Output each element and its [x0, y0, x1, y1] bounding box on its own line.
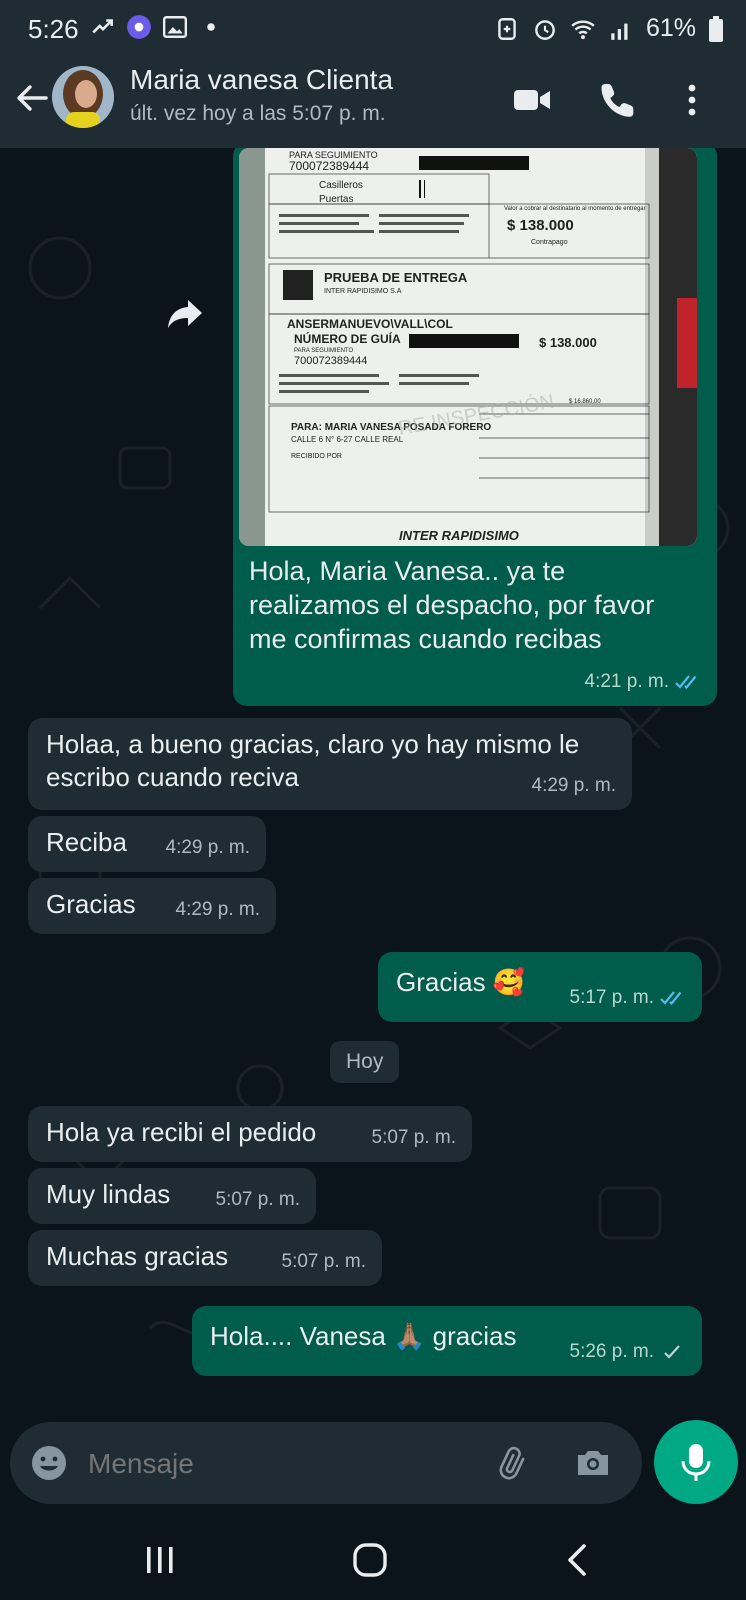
message-incoming[interactable]: Muchas gracias 5:07 p. m.	[28, 1230, 382, 1286]
receipt-puertas: Puertas	[319, 194, 353, 205]
message-incoming[interactable]: Gracias 4:29 p. m.	[28, 878, 276, 934]
receipt-title: PRUEBA DE ENTREGA	[324, 270, 468, 285]
contact-avatar[interactable]	[52, 66, 114, 128]
gallery-icon	[162, 16, 188, 38]
message-time: 5:07 p. m.	[371, 1127, 457, 1148]
message-time: 5:07 p. m.	[215, 1189, 301, 1210]
message-meta: 4:29 p. m.	[166, 831, 251, 864]
message-text: Hola.... Vanesa 🙏🏽 gracias	[210, 1321, 517, 1351]
chat-header: Maria vanesa Clienta últ. vez hoy a las …	[0, 58, 746, 148]
app-notification-icon	[127, 15, 151, 39]
message-incoming[interactable]: Holaa, a bueno gracias, claro yo hay mis…	[28, 718, 632, 810]
message-time: 5:26 p. m.	[569, 1341, 655, 1362]
date-chip: Hoy	[330, 1041, 400, 1083]
message-text: Gracias 🥰	[396, 967, 526, 997]
recent-apps-icon[interactable]	[144, 1544, 176, 1576]
read-double-check-icon	[660, 990, 682, 1005]
signal-icon	[611, 23, 628, 40]
message-time: 4:21 p. m.	[584, 671, 670, 692]
receipt-casilleros: Casilleros	[319, 180, 363, 191]
receipt-photo[interactable]: PARA SEGUIMIENTO 700072389444 Casilleros…	[239, 148, 697, 546]
receipt-address: CALLE 6 N° 6-27 CALLE REAL	[291, 435, 404, 444]
back-arrow-icon[interactable]	[12, 78, 52, 118]
message-text: Hola, Maria Vanesa.. ya te realizamos el…	[249, 556, 655, 654]
video-call-icon[interactable]	[512, 80, 552, 120]
message-time: 5:17 p. m.	[569, 987, 655, 1008]
message-meta: 5:26 p. m.	[570, 1335, 687, 1368]
message-meta: 5:07 p. m.	[372, 1121, 457, 1154]
read-double-check-icon	[675, 674, 697, 689]
message-meta: 4:29 p. m.	[176, 893, 261, 926]
message-text: Muy lindas	[46, 1179, 171, 1209]
message-incoming[interactable]: Hola ya recibi el pedido 5:07 p. m.	[28, 1106, 472, 1162]
alarm-icon	[535, 19, 555, 40]
message-meta: 4:21 p. m.	[585, 665, 702, 698]
home-icon[interactable]	[352, 1542, 388, 1578]
message-time: 4:29 p. m.	[531, 775, 617, 796]
contact-name[interactable]: Maria vanesa Clienta	[130, 64, 393, 96]
back-nav-icon[interactable]	[560, 1542, 596, 1578]
message-time: 5:07 p. m.	[281, 1251, 367, 1272]
dot-icon	[207, 23, 215, 31]
message-meta: 5:07 p. m.	[282, 1245, 367, 1278]
message-time: 4:29 p. m.	[165, 837, 251, 858]
receipt-line-2: 700072389444	[289, 159, 369, 173]
voice-message-button[interactable]	[654, 1420, 738, 1504]
receipt-received: RECIBIDO POR	[291, 453, 342, 460]
message-incoming[interactable]: Muy lindas 5:07 p. m.	[28, 1168, 316, 1224]
forward-icon[interactable]	[164, 292, 206, 334]
message-time: 4:29 p. m.	[175, 899, 261, 920]
shipping-receipt-image: PARA SEGUIMIENTO 700072389444 Casilleros…	[239, 148, 697, 546]
receipt-brand: INTER RAPIDISIMO	[399, 528, 519, 543]
receipt-guide-number: 700072389444	[294, 355, 367, 367]
microphone-icon	[681, 1444, 711, 1481]
receipt-guide-sub: PARA SEGUIMIENTO	[294, 348, 353, 354]
message-outgoing[interactable]: Gracias 🥰 5:17 p. m.	[378, 952, 702, 1022]
battery-percent: 61%	[645, 14, 696, 42]
sent-check-icon	[664, 1344, 680, 1359]
receipt-valor-label: Valor a cobrar al destinatario al moment…	[504, 206, 646, 212]
attach-paperclip-icon[interactable]	[496, 1444, 534, 1482]
chat-area[interactable]: PARA SEGUIMIENTO 700072389444 Casilleros…	[0, 148, 746, 1420]
data-saver-icon	[498, 17, 516, 40]
message-outgoing-image[interactable]: PARA SEGUIMIENTO 700072389444 Casilleros…	[233, 148, 717, 706]
receipt-destination: ANSERMANUEVO\VALL\COL	[287, 317, 453, 331]
receipt-amount: $ 138.000	[507, 217, 574, 234]
receipt-guide-label: NÚMERO DE GUÍA	[294, 331, 401, 346]
battery-icon	[709, 15, 723, 42]
avatar-photo	[52, 66, 114, 128]
missed-call-icon	[92, 19, 113, 34]
system-nav-bar	[0, 1520, 746, 1600]
status-time: 5:26	[28, 14, 79, 44]
wifi-icon	[571, 20, 595, 39]
emoji-icon[interactable]	[30, 1444, 68, 1482]
receipt-amount-2: $ 138.000	[539, 335, 597, 350]
message-text: Muchas gracias	[46, 1241, 229, 1271]
message-text: Gracias	[46, 889, 136, 919]
more-options-icon[interactable]	[672, 80, 712, 120]
message-text: Hola ya recibi el pedido	[46, 1117, 317, 1147]
message-meta: 5:07 p. m.	[216, 1183, 301, 1216]
receipt-contrapago: Contrapago	[531, 239, 568, 246]
message-text: Holaa, a bueno gracias, claro yo hay mis…	[46, 729, 580, 792]
message-text: Reciba	[46, 827, 127, 857]
camera-icon[interactable]	[574, 1444, 612, 1482]
voice-call-icon[interactable]	[598, 80, 638, 120]
message-input[interactable]	[86, 1440, 490, 1488]
message-outgoing[interactable]: Hola.... Vanesa 🙏🏽 gracias 5:26 p. m.	[192, 1306, 702, 1376]
status-notification-icons	[90, 14, 224, 40]
status-bar: 5:26 61%	[0, 0, 746, 58]
message-meta: 4:29 p. m.	[532, 769, 617, 802]
receipt-company: INTER RAPIDISIMO S.A	[324, 288, 402, 295]
last-seen-status: últ. vez hoy a las 5:07 p. m.	[130, 102, 386, 125]
status-system-icons: 61%	[494, 14, 724, 43]
message-incoming[interactable]: Reciba 4:29 p. m.	[28, 816, 266, 872]
message-composer	[10, 1422, 642, 1504]
message-meta: 5:17 p. m.	[570, 981, 687, 1014]
